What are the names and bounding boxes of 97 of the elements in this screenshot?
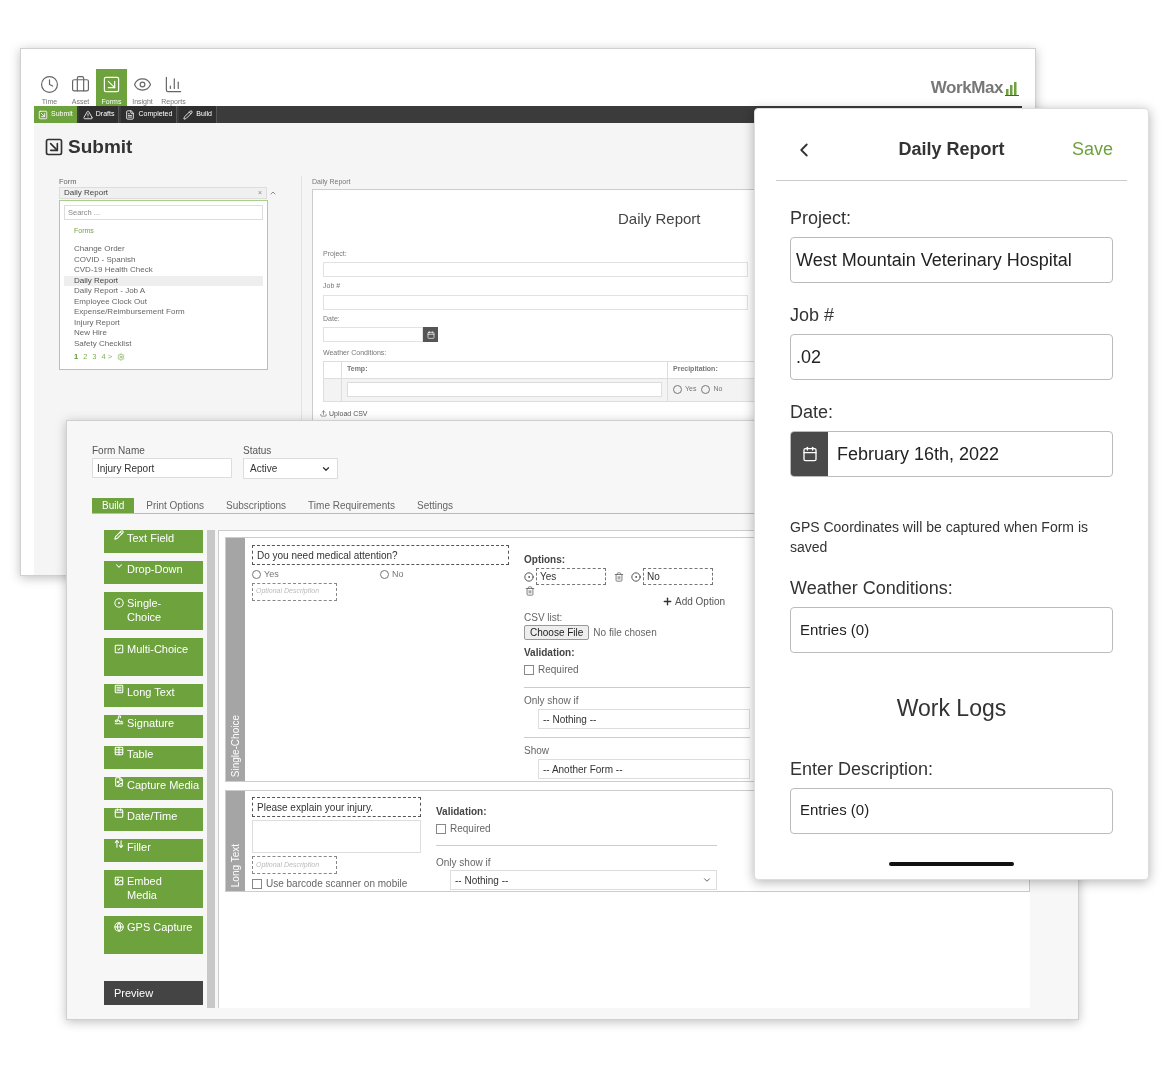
section-label: Validation:	[524, 646, 576, 660]
pencil-icon	[183, 109, 194, 120]
trash-icon[interactable]	[614, 571, 624, 582]
field-type-strip: Single-Choice	[226, 538, 245, 781]
image-icon	[114, 876, 124, 886]
plus-icon	[662, 596, 673, 607]
choose-file-button[interactable]: Choose File	[524, 625, 590, 640]
text-field[interactable]: .02	[790, 334, 1113, 380]
chevron-down-icon	[702, 875, 712, 885]
gps-note: GPS Coordinates will be captured when Form is saved	[790, 518, 1090, 557]
field-label: Weather Conditions:	[790, 577, 954, 600]
field-label: Only show if	[436, 856, 492, 870]
radio-option[interactable]: No	[380, 568, 404, 582]
question-field[interactable]: Please explain your injury.	[252, 797, 421, 817]
checkbox[interactable]: Required	[524, 662, 579, 677]
date-field[interactable]: February 16th, 2022	[790, 431, 1113, 477]
section-label: Validation:	[436, 805, 488, 819]
globe-icon	[114, 922, 124, 932]
form-option[interactable]: Daily Report	[64, 275, 263, 287]
text-field[interactable]: West Mountain Veterinary Hospital	[790, 237, 1113, 283]
form-option[interactable]: CVD-19 Health Check	[64, 265, 263, 276]
form-select[interactable]: -- Another Form --	[538, 759, 750, 779]
tab[interactable]: Subscriptions	[216, 498, 297, 513]
field-type-strip: Long Text	[226, 791, 245, 891]
calendar-icon	[801, 446, 818, 462]
status-select[interactable]: Active	[243, 458, 338, 479]
condition-select[interactable]: -- Nothing --	[538, 709, 750, 729]
settings-icon	[117, 352, 126, 361]
field-label: Show	[524, 744, 549, 758]
upload-icon	[320, 410, 327, 418]
trash-icon[interactable]	[525, 586, 535, 596]
entries-field[interactable]: Entries (0)	[790, 607, 1113, 653]
image-file-icon	[114, 777, 124, 787]
field-label: Enter Description:	[790, 757, 935, 781]
form-option[interactable]: Injury Report	[64, 317, 263, 329]
checkbox-icon	[114, 644, 124, 654]
arrows-icon	[114, 839, 124, 849]
pencil-icon	[114, 530, 124, 540]
radio-icon	[631, 571, 641, 582]
date-input[interactable]	[323, 327, 423, 342]
calendar-icon	[426, 330, 435, 339]
document-icon	[125, 109, 136, 120]
table-input[interactable]	[347, 382, 662, 397]
field-label: Status	[243, 444, 273, 458]
form-option[interactable]: Expense/Reimbursement Form	[64, 307, 263, 318]
screen-title: Daily Report	[897, 138, 1006, 161]
section-label: Options:	[524, 553, 567, 567]
chevron-down-icon	[114, 561, 124, 571]
logo-text: WorkMax	[930, 79, 1003, 96]
text-input[interactable]	[323, 262, 748, 277]
tab[interactable]: Settings	[407, 498, 464, 513]
square-arrow-icon	[38, 109, 48, 120]
preview-title: Daily Report	[618, 209, 701, 229]
text-block-icon	[114, 684, 124, 694]
condition-select[interactable]: -- Nothing --	[450, 870, 717, 890]
calendar-button[interactable]	[423, 327, 438, 342]
calendar-icon	[114, 808, 124, 818]
clock-icon	[40, 75, 59, 94]
form-option[interactable]: Safety Checklist	[64, 338, 263, 350]
field-label: CSV list:	[524, 611, 564, 625]
entries-field[interactable]: Entries (0)	[790, 787, 1113, 834]
radio-icon	[524, 571, 534, 582]
option-field[interactable]: Yes	[536, 568, 606, 585]
option-field[interactable]: No	[643, 568, 713, 585]
form-name-field[interactable]: Injury Report	[92, 458, 232, 478]
bar-chart-icon	[1005, 82, 1019, 96]
form-option[interactable]: Change Order	[64, 244, 263, 255]
form-option[interactable]: COVID - Spanish	[64, 254, 263, 266]
checkbox[interactable]: Required	[436, 821, 717, 836]
field-label: Date:	[790, 401, 835, 424]
tab[interactable]: Time Requirements	[298, 498, 405, 513]
file-status: No file chosen	[593, 626, 657, 640]
field-label: Project:	[790, 207, 853, 230]
briefcase-icon	[71, 75, 90, 94]
form-option[interactable]: Daily Report - Job A	[64, 286, 263, 297]
field-label: Form Name	[92, 444, 146, 458]
page-title: Submit	[68, 135, 133, 159]
scrollbar[interactable]	[207, 530, 215, 1008]
bar-chart-icon	[164, 75, 183, 94]
text-input[interactable]	[323, 294, 748, 310]
add-option-button[interactable]: Add Option	[662, 594, 726, 609]
radio-icon	[114, 598, 124, 608]
signature-icon	[114, 715, 124, 725]
table-icon	[114, 746, 124, 756]
tab[interactable]: Print Options	[136, 498, 215, 513]
field-label: Job #	[790, 304, 836, 327]
checkbox[interactable]: Use barcode scanner on mobile	[252, 876, 436, 891]
section-heading: Work Logs	[896, 694, 1007, 723]
text-area[interactable]	[252, 820, 421, 853]
form-option[interactable]: Employee Clock Out	[64, 296, 263, 308]
field-label: Only show if	[524, 694, 579, 708]
warning-icon	[82, 109, 93, 120]
preview-button[interactable]: Preview	[104, 981, 203, 1005]
radio-option[interactable]: Yes	[252, 568, 380, 582]
form-option[interactable]: New Hire	[64, 328, 263, 339]
question-field[interactable]: Do you need medical attention?	[252, 545, 509, 565]
eye-icon	[133, 75, 152, 94]
